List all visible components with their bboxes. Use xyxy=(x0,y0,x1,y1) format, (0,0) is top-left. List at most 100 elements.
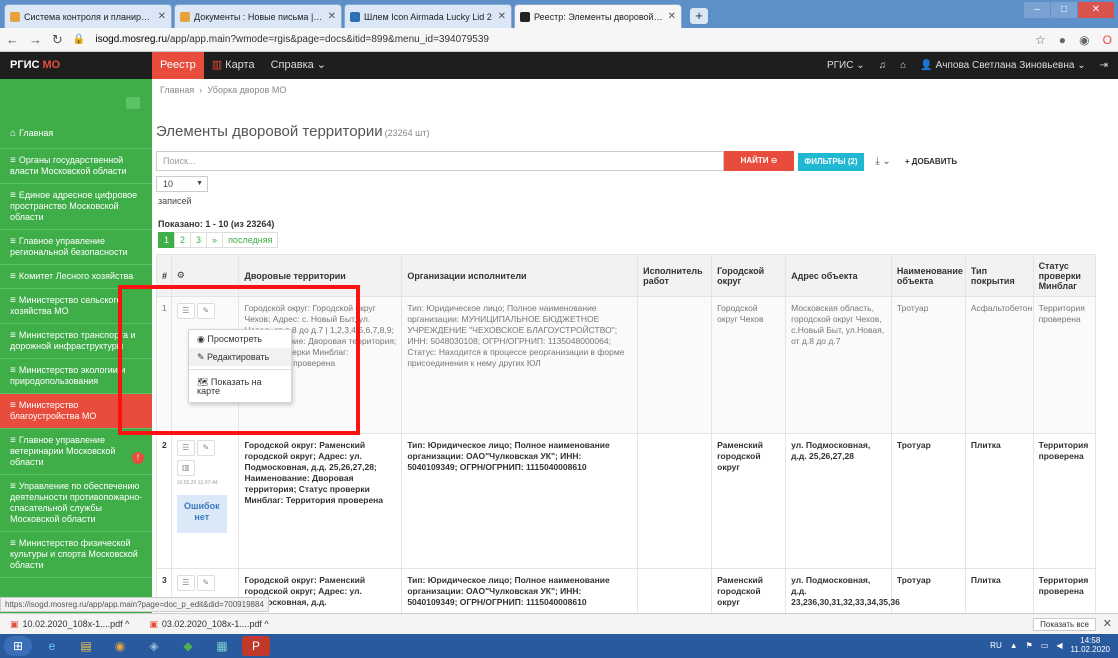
start-button-icon[interactable]: ⊞ xyxy=(4,636,32,656)
sidebar-item-address[interactable]: ≡ Единое адресное цифровое пространство М… xyxy=(0,184,152,230)
nav-help[interactable]: Справка ⌄ xyxy=(263,52,334,79)
map-icon[interactable]: ▥ xyxy=(176,460,195,476)
opera-icon[interactable]: O xyxy=(1103,33,1112,47)
clock[interactable]: 14:58 11.02.2020 xyxy=(1071,636,1110,654)
sidebar-item-home[interactable]: ⌂ Главная xyxy=(0,119,152,149)
tray-arrow-icon[interactable]: ▲ xyxy=(1010,641,1018,650)
app-icon[interactable]: ◈ xyxy=(140,636,168,656)
rgis-menu[interactable]: РГИС ⌄ xyxy=(827,60,865,71)
col-header[interactable]: Городской округ xyxy=(711,254,787,297)
back-icon[interactable]: ← xyxy=(6,32,19,47)
cell-executor xyxy=(637,296,713,434)
col-header[interactable]: Статус проверки Минблаг xyxy=(1032,254,1097,297)
cell-address: Московская область, городской округ Чехо… xyxy=(785,296,892,434)
tab-close-icon[interactable]: ✕ xyxy=(328,11,336,22)
browser-tab[interactable]: Шлем Icon Airmada Lucky Lid 2 ✕ xyxy=(344,4,512,28)
app-header: РГИС МО Реестр ▥ Карта Справка ⌄ РГИС ⌄ ♫… xyxy=(0,52,1118,79)
page-last[interactable]: последняя xyxy=(222,232,279,248)
minimize-icon[interactable]: – xyxy=(1024,2,1050,18)
edit-icon[interactable]: ✎ xyxy=(196,440,215,456)
page-next[interactable]: » xyxy=(206,232,224,248)
profile-icon[interactable]: ◉ xyxy=(1079,33,1089,47)
sidebar-item-security[interactable]: ≡ Главное управление региональной безопас… xyxy=(0,230,152,265)
show-all-button[interactable]: Показать все xyxy=(1033,618,1096,631)
brand-logo[interactable]: РГИС МО xyxy=(0,52,152,79)
folder-icon[interactable]: ▤ xyxy=(72,636,100,656)
skype-icon[interactable]: ◆ xyxy=(174,636,202,656)
col-header[interactable]: Тип покрытия xyxy=(964,254,1034,297)
network-icon[interactable]: ▭ xyxy=(1041,641,1049,650)
sidebar-item-label: Министерство сельского хозяйства МО xyxy=(10,295,122,316)
list-icon: ≡ xyxy=(10,538,16,549)
chevron-down-icon: ▼ xyxy=(196,180,203,187)
clock-date: 11.02.2020 xyxy=(1070,645,1110,654)
cell-status: Территория проверена xyxy=(1032,568,1097,613)
per-page-select[interactable]: 10 ▼ xyxy=(156,176,208,192)
image-viewer-icon[interactable]: ▦ xyxy=(208,636,236,656)
sidebar-item-gov[interactable]: ≡ Органы государственной власти Московско… xyxy=(0,149,152,184)
maximize-icon[interactable]: □ xyxy=(1051,2,1077,18)
top-nav: Реестр ▥ Карта Справка ⌄ xyxy=(152,52,334,79)
page-2[interactable]: 2 xyxy=(174,232,192,248)
sidebar-item-veterinary[interactable]: ≡ Главное управление ветеринарии Московск… xyxy=(0,429,152,475)
col-header[interactable]: Организации исполнители xyxy=(401,254,639,297)
edit-icon[interactable]: ✎ xyxy=(196,575,215,591)
col-header[interactable]: Адрес объекта xyxy=(785,254,892,297)
search-input[interactable]: Поиск... xyxy=(156,151,724,171)
download-item[interactable]: ▣ 03.02.2020_108х-1....pdf ^ xyxy=(149,619,268,630)
no-errors-badge[interactable]: Ошибок нет xyxy=(176,495,227,533)
page-title: Элементы дворовой территории (23264 шт) xyxy=(156,123,430,140)
table-row[interactable]: 2 ☰ ✎ ▥ 10.02.20 12:07:44 Ошибок нет Горо… xyxy=(156,433,1097,569)
table-row[interactable]: 3 ☰ ✎ Городской округ: Раменский городско… xyxy=(156,568,1097,613)
menu-icon[interactable]: ☰ xyxy=(176,575,195,591)
ie-icon[interactable]: e xyxy=(38,636,66,656)
menu-icon[interactable]: ☰ xyxy=(176,440,195,456)
new-tab-button[interactable]: + xyxy=(690,8,708,24)
browser-tab[interactable]: Документы : Новые письма | Зи ✕ xyxy=(174,4,342,28)
list-icon: ≡ xyxy=(10,481,16,492)
tab-close-icon[interactable]: ✕ xyxy=(498,11,506,22)
cell-name: Тротуар xyxy=(890,568,966,613)
language-indicator[interactable]: RU xyxy=(990,641,1002,650)
sidebar-item-fire[interactable]: ≡ Управление по обеспечению деятельности … xyxy=(0,475,152,532)
volume-icon[interactable]: ◀ xyxy=(1056,641,1062,650)
close-icon[interactable]: ✕ xyxy=(1103,617,1112,630)
tab-close-icon[interactable]: ✕ xyxy=(158,11,166,22)
user-name[interactable]: Ачпова Светлана Зиновьевна ⌄ xyxy=(936,60,1086,71)
user-icon: 👤 xyxy=(920,60,933,71)
star-icon[interactable]: ☆ xyxy=(1035,33,1046,47)
list-icon: ≡ xyxy=(10,271,16,282)
powerpoint-icon[interactable]: P xyxy=(242,636,270,656)
page-3[interactable]: 3 xyxy=(190,232,208,248)
col-header[interactable]: Наименование объекта xyxy=(890,254,966,297)
window-close-icon[interactable]: ✕ xyxy=(1078,2,1114,18)
url-field[interactable]: isogd.mosreg.ru/app/app.main?wmode=rgis&… xyxy=(95,34,1025,45)
extension-icon[interactable]: ● xyxy=(1059,33,1066,47)
logout-icon[interactable]: ⇥ xyxy=(1100,60,1108,71)
add-button[interactable]: + ДОБАВИТЬ xyxy=(900,153,962,171)
home-outline-icon[interactable]: ⌂ xyxy=(900,60,906,71)
download-button[interactable]: ⤓ ⌄ xyxy=(868,153,898,171)
browser-tab[interactable]: Система контроля и планирован ✕ xyxy=(4,4,172,28)
list-icon: ≡ xyxy=(10,155,16,166)
download-item[interactable]: ▣ 10.02.2020_108х-1....pdf ^ xyxy=(10,619,129,630)
nav-map[interactable]: ▥ Карта xyxy=(204,52,263,79)
tab-close-icon[interactable]: ✕ xyxy=(668,11,676,22)
forward-icon[interactable]: → xyxy=(29,32,42,47)
flag-icon[interactable]: ⚑ xyxy=(1026,641,1033,650)
sidebar-item-sport[interactable]: ≡ Министерство физической культуры и спор… xyxy=(0,532,152,578)
filters-button[interactable]: ФИЛЬТРЫ (2) xyxy=(798,153,864,171)
hamburger-icon[interactable] xyxy=(126,97,140,109)
cell-address: ул. Подмосковная, д.д. 25,26,27,28 xyxy=(785,433,892,569)
nav-registry[interactable]: Реестр xyxy=(152,52,204,79)
reload-icon[interactable]: ↻ xyxy=(52,32,63,48)
bell-icon[interactable]: ♫ xyxy=(879,60,887,71)
find-button[interactable]: НАЙТИ ⊖ xyxy=(724,151,794,171)
browser-tab-active[interactable]: Реестр: Элементы дворовой тер ✕ xyxy=(514,4,682,28)
per-page-value: 10 xyxy=(163,179,174,189)
chrome-icon[interactable]: ◉ xyxy=(106,636,134,656)
col-header[interactable]: Исполнитель работ xyxy=(637,254,713,297)
tab-title: Реестр: Элементы дворовой тер xyxy=(534,11,664,22)
breadcrumb-home[interactable]: Главная xyxy=(160,85,194,95)
page-1[interactable]: 1 xyxy=(158,232,176,248)
